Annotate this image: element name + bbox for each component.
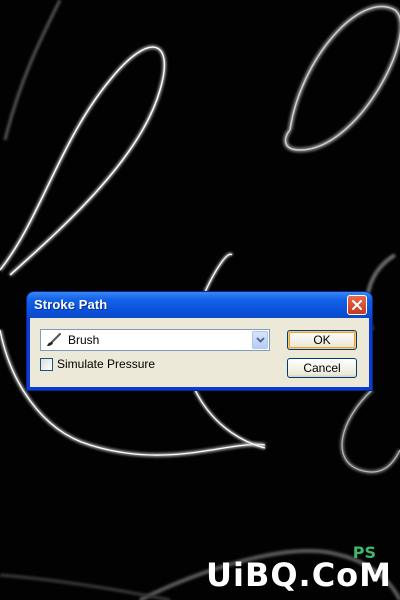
- dialog-title: Stroke Path: [34, 297, 108, 312]
- close-icon: [352, 300, 362, 310]
- dialog-titlebar[interactable]: Stroke Path: [27, 292, 372, 318]
- simulate-pressure-label[interactable]: Simulate Pressure: [57, 357, 155, 371]
- tool-select-dropdown-button[interactable]: [252, 331, 268, 349]
- tool-select-value: Brush: [68, 333, 100, 347]
- tool-select[interactable]: Brush: [40, 329, 270, 351]
- ok-button[interactable]: OK: [287, 330, 357, 350]
- watermark-text: UiBQ.CoM: [205, 556, 392, 594]
- cancel-button[interactable]: Cancel: [287, 358, 357, 378]
- dialog-body: Brush Simulate Pressure OK Cancel: [30, 318, 369, 387]
- stroke-path-loop-2: [283, 4, 400, 153]
- stroke-path-dialog: Stroke Path Brush Simulate Pressure OK C…: [27, 292, 372, 390]
- close-button[interactable]: [347, 295, 367, 315]
- simulate-pressure-checkbox[interactable]: [40, 358, 53, 371]
- chevron-down-icon: [256, 337, 265, 343]
- brush-icon: [47, 333, 61, 346]
